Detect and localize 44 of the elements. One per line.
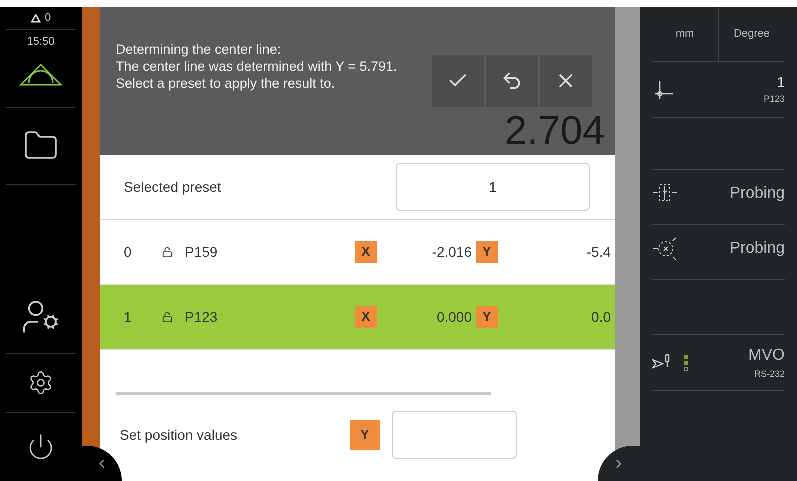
- x-value: 0.000: [436, 308, 472, 326]
- function-label: Probing: [730, 239, 785, 259]
- y-value: 0.0: [592, 308, 612, 326]
- axis-label: Y: [476, 241, 498, 263]
- unit-label[interactable]: mm: [652, 7, 718, 61]
- warning-count: 0: [44, 10, 52, 26]
- position-input-field[interactable]: [392, 411, 517, 459]
- function-label: Probing: [730, 184, 785, 204]
- axis-label: X: [355, 306, 377, 328]
- selected-preset-label: Selected preset: [124, 178, 222, 197]
- preset-name: P159: [185, 242, 219, 262]
- warning-triangle-icon: [30, 14, 41, 22]
- edge-probe-icon: [652, 182, 678, 204]
- axis-label: Y: [476, 306, 498, 328]
- unlock-icon: [162, 312, 173, 322]
- circle-probe-icon: [652, 237, 678, 261]
- clock-time: 15:50: [27, 35, 55, 50]
- undo-icon: [501, 70, 523, 92]
- sensor-port: RS-232: [754, 368, 785, 381]
- preset-name: P123: [185, 308, 219, 326]
- y-value: -5.4: [586, 242, 612, 262]
- power-icon[interactable]: [27, 433, 55, 461]
- dialog-message: Determining the center line: The center line was determined with Y = 5.791. Select a preset to apply the result to.: [116, 41, 398, 92]
- preset-name: P123: [764, 93, 785, 106]
- function-row[interactable]: Probing: [652, 225, 785, 280]
- settings-icon[interactable]: [28, 370, 54, 396]
- axis-label: X: [355, 241, 377, 263]
- sensor-name: MVO: [748, 346, 785, 366]
- background-value: 2.704: [504, 111, 605, 151]
- close-button[interactable]: [540, 55, 592, 107]
- status-leds: [684, 354, 688, 370]
- position-label: Set position values: [120, 426, 239, 445]
- unlock-icon: [162, 246, 173, 258]
- unit-label[interactable]: Degree: [718, 7, 785, 61]
- measure-triangle-icon[interactable]: [19, 62, 63, 86]
- preset-number: 0: [124, 242, 133, 262]
- preset-row[interactable]: 1 P123 X 0.000 Y 0.0: [100, 285, 615, 350]
- x-value: -2.016: [431, 242, 472, 262]
- preset-number: 1: [124, 308, 133, 326]
- preset-number: 1: [777, 73, 785, 92]
- axis-label: Y: [350, 420, 380, 450]
- undo-button[interactable]: [486, 55, 538, 107]
- function-row[interactable]: Probing: [652, 170, 785, 225]
- selected-preset-field[interactable]: 1: [396, 163, 590, 211]
